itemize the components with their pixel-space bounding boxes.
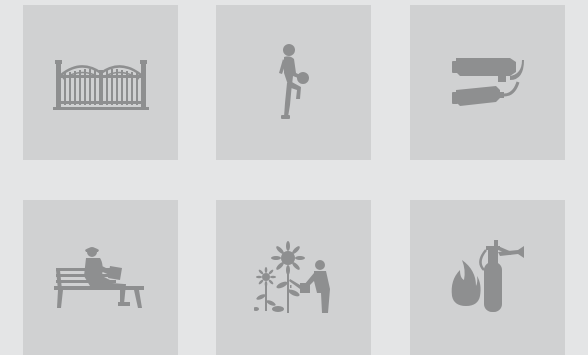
fire-extinguisher-icon	[451, 239, 524, 312]
gardening-sunflower-icon	[253, 240, 330, 313]
child-playing-ball-icon	[278, 43, 309, 119]
person-on-bench-icon	[53, 246, 144, 308]
gate-icon	[52, 59, 149, 110]
amenity-tile-bench[interactable]	[23, 200, 178, 355]
amenity-tile-fire-safety[interactable]	[410, 200, 565, 355]
security-camera-icon	[451, 57, 524, 106]
amenities-icon-grid	[0, 0, 588, 355]
amenity-tile-gate[interactable]	[23, 5, 178, 160]
amenity-tile-cctv[interactable]	[410, 5, 565, 160]
amenity-tile-garden[interactable]	[216, 200, 371, 355]
amenity-tile-play[interactable]	[216, 5, 371, 160]
